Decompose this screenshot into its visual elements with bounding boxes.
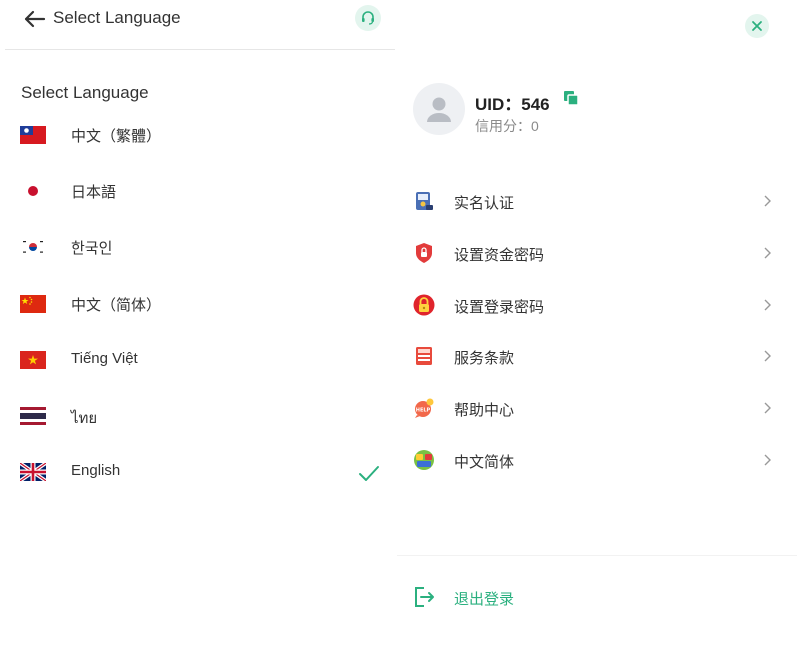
- menu-item-language[interactable]: 中文简体: [397, 441, 787, 481]
- padlock-icon: [413, 294, 435, 316]
- language-item-vi[interactable]: Tiếng Việt: [0, 340, 396, 380]
- japan-flag-icon: [20, 182, 46, 200]
- uid-text: UID：546: [475, 95, 550, 114]
- help-chat-icon: HELP: [415, 398, 434, 418]
- arrow-left-icon: [24, 10, 46, 28]
- taiwan-flag-icon: [20, 126, 46, 144]
- divider: [397, 555, 797, 556]
- checkmark-icon: [359, 466, 379, 481]
- close-button[interactable]: [745, 14, 769, 38]
- menu-label: 中文简体: [454, 454, 515, 471]
- language-label: 한국인: [71, 240, 113, 257]
- user-icon: [427, 97, 451, 122]
- support-button[interactable]: [355, 5, 381, 31]
- chevron-right-icon: [764, 299, 771, 311]
- menu-label: 设置资金密码: [454, 247, 545, 264]
- id-card-icon: [416, 192, 433, 210]
- close-icon: [752, 21, 762, 31]
- credit-score: 信用分：0: [475, 118, 539, 134]
- thailand-flag-icon: [20, 407, 46, 425]
- language-label: 日本語: [71, 184, 117, 201]
- language-label: 中文（简体）: [71, 297, 162, 314]
- avatar: [413, 83, 465, 135]
- language-item-ja[interactable]: 日本語: [0, 171, 396, 211]
- copy-icon[interactable]: [563, 90, 579, 106]
- language-label: ไทย: [71, 410, 98, 427]
- language-label: Tiếng Việt: [71, 350, 138, 367]
- language-panel: Select Language Select Language 中文（繁體） 日…: [0, 0, 396, 654]
- menu-label: 帮助中心: [454, 402, 515, 419]
- menu-label: 服务条款: [454, 350, 515, 367]
- chevron-right-icon: [764, 350, 771, 362]
- menu-item-login-password[interactable]: 设置登录密码: [397, 286, 787, 326]
- logout-button[interactable]: 退出登录: [397, 580, 597, 614]
- menu-item-terms-of-service[interactable]: 服务条款: [397, 337, 787, 377]
- korea-flag-icon: [20, 238, 46, 256]
- page-title: Select Language: [53, 8, 181, 27]
- language-label: English: [71, 462, 121, 479]
- menu-item-real-name-verification[interactable]: 实名认证: [397, 182, 787, 222]
- menu-label: 设置登录密码: [454, 299, 545, 316]
- svg-text:HELP: HELP: [416, 408, 431, 414]
- section-title: Select Language: [21, 83, 149, 102]
- vietnam-flag-icon: [20, 351, 46, 369]
- profile-panel: UID：546 信用分：0 实名认证 设置资金密码 设置登录密码 服务条款 HE…: [397, 0, 798, 654]
- language-item-ko[interactable]: 한국인: [0, 227, 396, 267]
- menu-label: 实名认证: [454, 195, 515, 212]
- language-item-zh-tw[interactable]: 中文（繁體）: [0, 115, 396, 155]
- language-item-zh-cn[interactable]: 中文（简体）: [0, 284, 396, 324]
- chevron-right-icon: [764, 402, 771, 414]
- language-header: Select Language: [5, 0, 395, 50]
- logout-label: 退出登录: [454, 591, 515, 608]
- headset-icon: [362, 11, 374, 25]
- language-icon: [414, 450, 434, 470]
- logout-icon: [415, 587, 434, 607]
- language-item-en[interactable]: English: [0, 452, 396, 492]
- menu-item-help-center[interactable]: HELP 帮助中心: [397, 389, 787, 429]
- shield-lock-icon: [416, 243, 432, 263]
- document-icon: [416, 347, 432, 365]
- chevron-right-icon: [764, 247, 771, 259]
- back-button[interactable]: [19, 6, 49, 32]
- chevron-right-icon: [764, 454, 771, 466]
- chevron-right-icon: [764, 195, 771, 207]
- language-item-th[interactable]: ไทย: [0, 396, 396, 436]
- china-flag-icon: [20, 295, 46, 313]
- uk-flag-icon: [20, 463, 46, 481]
- menu-item-fund-password[interactable]: 设置资金密码: [397, 234, 787, 274]
- language-label: 中文（繁體）: [71, 128, 162, 145]
